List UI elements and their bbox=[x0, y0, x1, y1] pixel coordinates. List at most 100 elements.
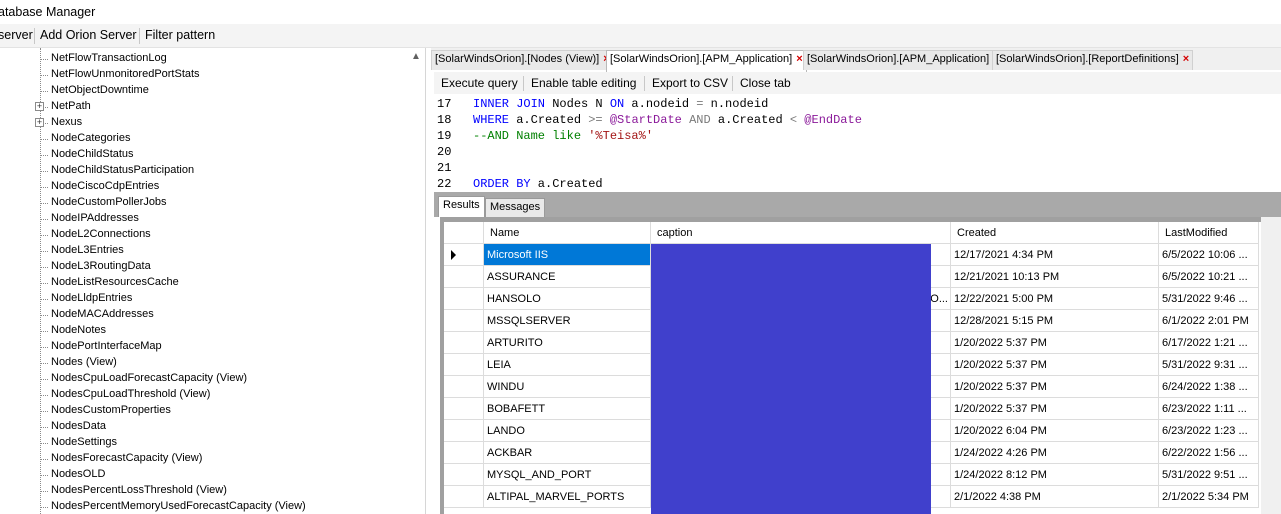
cell-created[interactable]: 12/22/2021 5:00 PM bbox=[951, 288, 1159, 310]
grid-scrollbar[interactable] bbox=[1261, 217, 1281, 514]
tree-item[interactable]: NodeChildStatusParticipation bbox=[0, 163, 410, 179]
cell-lastmodified[interactable]: 6/22/2022 1:56 ... bbox=[1159, 442, 1259, 464]
column-header-lastmodified[interactable]: LastModified bbox=[1159, 222, 1259, 244]
cell-created[interactable]: 2/1/2022 4:38 PM bbox=[951, 486, 1159, 508]
tree-item[interactable]: NodesData bbox=[0, 419, 410, 435]
cell-lastmodified[interactable]: 6/23/2022 1:23 ... bbox=[1159, 420, 1259, 442]
tab-messages[interactable]: Messages bbox=[485, 198, 546, 217]
cell-lastmodified[interactable]: 6/5/2022 10:06 ... bbox=[1159, 244, 1259, 266]
tree-item[interactable]: NodeSettings bbox=[0, 435, 410, 451]
tree-item[interactable]: NodeChildStatus bbox=[0, 147, 410, 163]
tree-item[interactable]: NodesCpuLoadThreshold (View) bbox=[0, 387, 410, 403]
row-header[interactable] bbox=[444, 266, 484, 288]
filter-pattern-button[interactable]: Filter pattern bbox=[145, 28, 215, 42]
add-orion-server-button[interactable]: Add Orion Server bbox=[40, 28, 137, 42]
row-header[interactable] bbox=[444, 332, 484, 354]
cell-created[interactable]: 12/17/2021 4:34 PM bbox=[951, 244, 1159, 266]
document-tab[interactable]: [SolarWindsOrion].[APM_Application]× bbox=[803, 50, 1004, 70]
cell-created[interactable]: 1/20/2022 5:37 PM bbox=[951, 398, 1159, 420]
row-header[interactable] bbox=[444, 376, 484, 398]
cell-created[interactable]: 12/21/2021 10:13 PM bbox=[951, 266, 1159, 288]
close-tab-icon[interactable]: × bbox=[1183, 53, 1189, 65]
tree-item[interactable]: NodeListResourcesCache bbox=[0, 275, 410, 291]
cell-lastmodified[interactable]: 6/5/2022 10:21 ... bbox=[1159, 266, 1259, 288]
cell-created[interactable]: 1/24/2022 8:12 PM bbox=[951, 464, 1159, 486]
expand-plus-icon[interactable]: + bbox=[35, 102, 44, 111]
chevron-up-icon[interactable]: ▲ bbox=[411, 52, 421, 62]
cell-name[interactable]: MYSQL_AND_PORT bbox=[484, 464, 651, 486]
column-header-caption[interactable]: caption bbox=[651, 222, 951, 244]
tree-item[interactable]: NodeCiscoCdpEntries bbox=[0, 179, 410, 195]
cell-name[interactable]: BOBAFETT bbox=[484, 398, 651, 420]
column-header-created[interactable]: Created bbox=[951, 222, 1159, 244]
tree-item[interactable]: NodeL2Connections bbox=[0, 227, 410, 243]
tree-scrollbar[interactable]: ▲ bbox=[408, 48, 425, 514]
cell-name[interactable]: LEIA bbox=[484, 354, 651, 376]
row-header[interactable] bbox=[444, 310, 484, 332]
column-header-name[interactable]: Name bbox=[484, 222, 651, 244]
tree-item[interactable]: NodesPercentMemoryUsedForecastCapacity (… bbox=[0, 499, 410, 514]
tree-item[interactable]: NetObjectDowntime bbox=[0, 83, 410, 99]
row-header[interactable] bbox=[444, 288, 484, 310]
tree-item[interactable]: NodeNotes bbox=[0, 323, 410, 339]
row-header[interactable] bbox=[444, 442, 484, 464]
cell-name[interactable]: ASSURANCE bbox=[484, 266, 651, 288]
tree-item[interactable]: + NetPath bbox=[0, 99, 410, 115]
tree-item[interactable]: NodesOLD bbox=[0, 467, 410, 483]
tab-results[interactable]: Results bbox=[438, 196, 485, 217]
results-grid[interactable]: Name caption Created LastModified Micros… bbox=[444, 222, 1281, 514]
row-header[interactable] bbox=[444, 244, 484, 266]
cell-created[interactable]: 1/24/2022 4:26 PM bbox=[951, 442, 1159, 464]
close-tab-icon[interactable]: × bbox=[796, 53, 802, 65]
tree-item[interactable]: NodesCpuLoadForecastCapacity (View) bbox=[0, 371, 410, 387]
tree-item[interactable]: NodeMACAddresses bbox=[0, 307, 410, 323]
cell-name[interactable]: LANDO bbox=[484, 420, 651, 442]
row-header[interactable] bbox=[444, 354, 484, 376]
row-header[interactable] bbox=[444, 398, 484, 420]
document-tab[interactable]: [SolarWindsOrion].[Nodes (View)]× bbox=[431, 50, 614, 70]
export-csv-button[interactable]: Export to CSV bbox=[652, 76, 728, 90]
tree-item[interactable]: NodeL3RoutingData bbox=[0, 259, 410, 275]
cell-name[interactable]: ALTIPAL_MARVEL_PORTS bbox=[484, 486, 651, 508]
cell-created[interactable]: 1/20/2022 5:37 PM bbox=[951, 332, 1159, 354]
row-header[interactable] bbox=[444, 420, 484, 442]
close-tab-button[interactable]: Close tab bbox=[740, 76, 791, 90]
tree-item[interactable]: NodeCategories bbox=[0, 131, 410, 147]
cell-lastmodified[interactable]: 6/23/2022 1:11 ... bbox=[1159, 398, 1259, 420]
row-header[interactable] bbox=[444, 486, 484, 508]
cell-name[interactable]: ARTURITO bbox=[484, 332, 651, 354]
cell-name[interactable]: WINDU bbox=[484, 376, 651, 398]
cell-name[interactable]: HANSOLO bbox=[484, 288, 651, 310]
cell-name[interactable]: Microsoft IIS bbox=[484, 244, 651, 266]
cell-lastmodified[interactable]: 2/1/2022 5:34 PM bbox=[1159, 486, 1259, 508]
cell-name[interactable]: MSSQLSERVER bbox=[484, 310, 651, 332]
tree-item[interactable]: NodeIPAddresses bbox=[0, 211, 410, 227]
tree-item[interactable]: NodesForecastCapacity (View) bbox=[0, 451, 410, 467]
cell-created[interactable]: 1/20/2022 5:37 PM bbox=[951, 376, 1159, 398]
tree-item[interactable]: + Nexus bbox=[0, 115, 410, 131]
cell-lastmodified[interactable]: 6/1/2022 2:01 PM bbox=[1159, 310, 1259, 332]
tree-item[interactable]: Nodes (View) bbox=[0, 355, 410, 371]
cell-lastmodified[interactable]: 6/17/2022 1:21 ... bbox=[1159, 332, 1259, 354]
server-button[interactable]: server bbox=[0, 28, 33, 42]
expand-plus-icon[interactable]: + bbox=[35, 118, 44, 127]
tree-item[interactable]: NodeL3Entries bbox=[0, 243, 410, 259]
row-header[interactable] bbox=[444, 464, 484, 486]
tree-item[interactable]: NodeLldpEntries bbox=[0, 291, 410, 307]
tree-item[interactable]: NetFlowUnmonitoredPortStats bbox=[0, 67, 410, 83]
tree-item[interactable]: NodesPercentLossThreshold (View) bbox=[0, 483, 410, 499]
cell-lastmodified[interactable]: 5/31/2022 9:51 ... bbox=[1159, 464, 1259, 486]
cell-created[interactable]: 12/28/2021 5:15 PM bbox=[951, 310, 1159, 332]
sql-editor[interactable]: 17 INNER JOIN Nodes N ON a.nodeid = n.nod… bbox=[434, 94, 1281, 194]
tree-item[interactable]: NodesCustomProperties bbox=[0, 403, 410, 419]
tree-item[interactable]: NetFlowTransactionLog bbox=[0, 51, 410, 67]
cell-created[interactable]: 1/20/2022 6:04 PM bbox=[951, 420, 1159, 442]
cell-lastmodified[interactable]: 5/31/2022 9:46 ... bbox=[1159, 288, 1259, 310]
enable-table-editing-button[interactable]: Enable table editing bbox=[531, 76, 636, 90]
cell-created[interactable]: 1/20/2022 5:37 PM bbox=[951, 354, 1159, 376]
cell-name[interactable]: ACKBAR bbox=[484, 442, 651, 464]
tree-item[interactable]: NodePortInterfaceMap bbox=[0, 339, 410, 355]
document-tab[interactable]: [SolarWindsOrion].[APM_Application]× bbox=[606, 50, 807, 72]
cell-lastmodified[interactable]: 5/31/2022 9:31 ... bbox=[1159, 354, 1259, 376]
document-tab[interactable]: [SolarWindsOrion].[ReportDefinitions] × bbox=[992, 50, 1194, 70]
